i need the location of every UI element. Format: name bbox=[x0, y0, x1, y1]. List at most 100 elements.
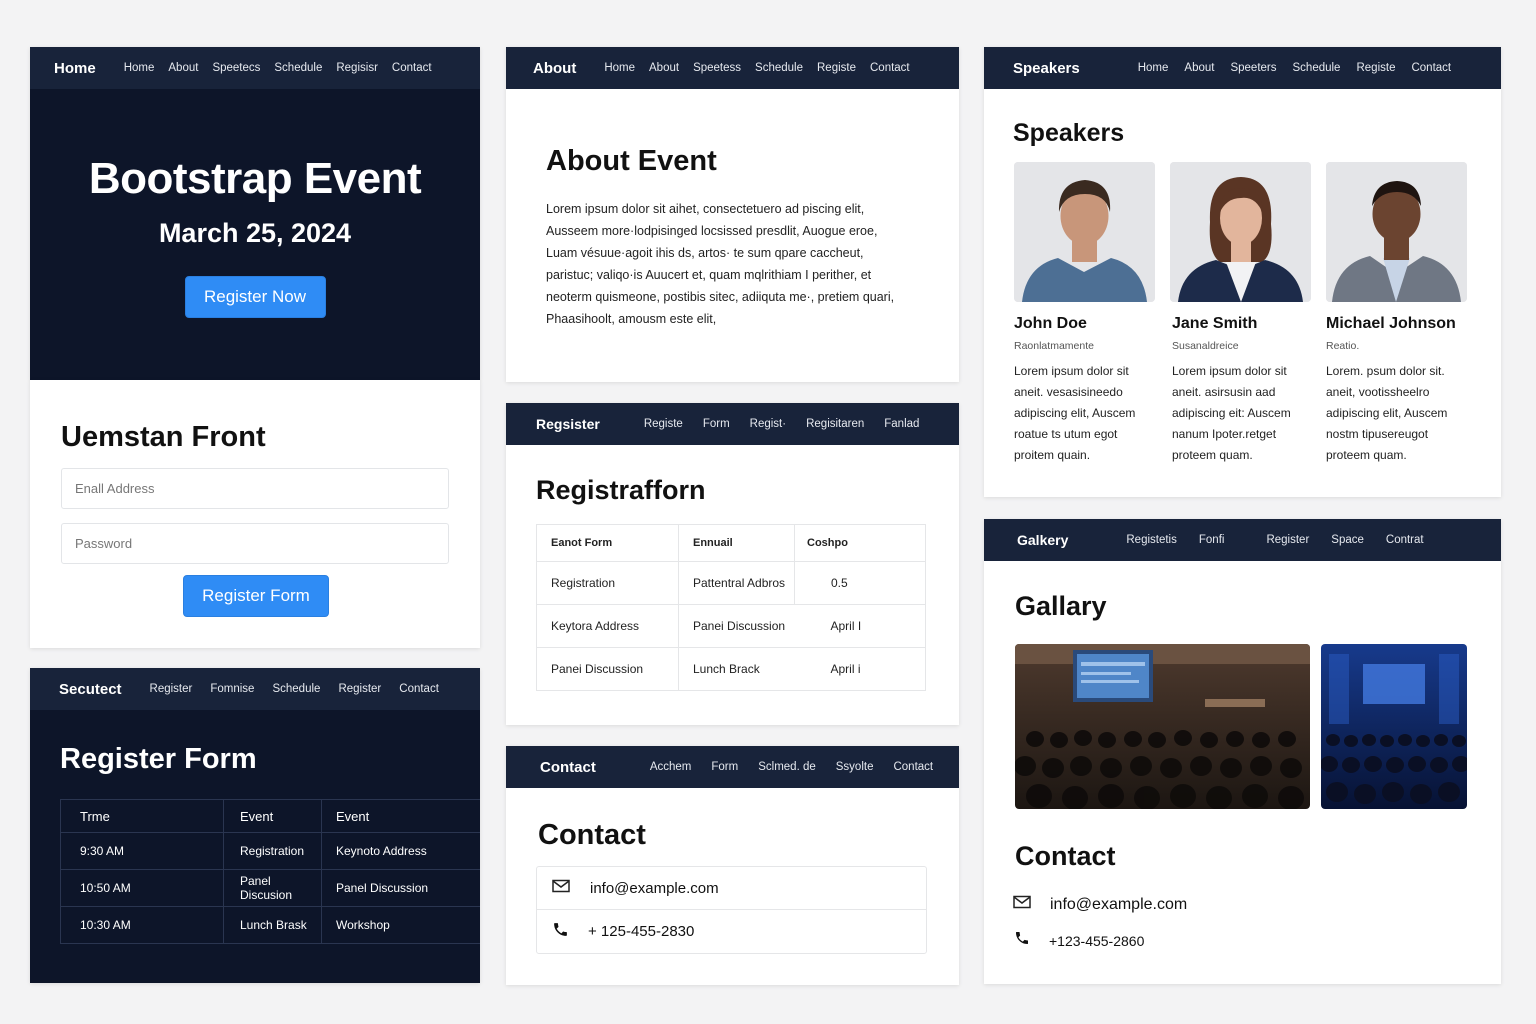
nav-link[interactable]: Sclmed. de bbox=[758, 761, 816, 773]
table-row: 9:30 AM Registration Keynoto Address bbox=[60, 832, 480, 870]
nav-brand[interactable]: Galkery bbox=[1017, 532, 1068, 548]
table-cell: Panei Discussion bbox=[693, 619, 786, 633]
table-cell: Workshop bbox=[336, 918, 390, 932]
nav-link[interactable]: Regisitaren bbox=[806, 418, 864, 430]
nav-link[interactable]: Register bbox=[1266, 534, 1309, 546]
registration-table: Eanot Form Ennuail Coshpo Registration P… bbox=[536, 524, 926, 691]
nav-link[interactable]: Home bbox=[1138, 62, 1169, 74]
password-field[interactable]: Password bbox=[61, 523, 449, 564]
speaker-role: Reatio. bbox=[1326, 340, 1360, 352]
gallery-contact-email[interactable]: info@example.com bbox=[1050, 896, 1187, 914]
table-header: Coshpo bbox=[807, 537, 848, 549]
nav-link[interactable]: Schedule bbox=[755, 62, 803, 74]
nav-link[interactable]: Registe bbox=[817, 62, 856, 74]
nav-link[interactable]: Contrat bbox=[1386, 534, 1424, 546]
nav-links: Home About Speeters Schedule Registe Con… bbox=[1138, 62, 1451, 74]
nav-link[interactable]: About bbox=[1184, 62, 1214, 74]
nav-links: Acchem Form Sclmed. de Ssyolte Contact bbox=[650, 761, 933, 773]
nav-links: Home About Speetess Schedule Registe Con… bbox=[604, 62, 909, 74]
nav-link[interactable]: About bbox=[649, 62, 679, 74]
nav-link[interactable]: Home bbox=[604, 62, 635, 74]
nav-link[interactable]: About bbox=[168, 62, 198, 74]
hero-date: March 25, 2024 bbox=[158, 218, 352, 248]
nav-link[interactable]: Regisisr bbox=[336, 62, 378, 74]
nav-link[interactable]: Home bbox=[124, 62, 155, 74]
speaker-bio: Lorem. psum dolor sit. aneit, vootisshee… bbox=[1326, 361, 1467, 466]
nav-link[interactable]: Speeters bbox=[1230, 62, 1276, 74]
nav-link[interactable]: Contact bbox=[870, 62, 910, 74]
table-cell: Panel Discusion bbox=[223, 869, 322, 907]
email-field[interactable]: Enall Address bbox=[61, 468, 449, 509]
nav-brand[interactable]: Home bbox=[54, 60, 96, 77]
gallery-contact-phone-row[interactable]: +123-455-2860 bbox=[1014, 930, 1144, 951]
speaker-bio-line: roatue ts utum egot bbox=[1014, 427, 1118, 441]
contact-email-row[interactable]: info@example.com bbox=[537, 867, 926, 910]
nav-link[interactable]: Fonfi bbox=[1199, 534, 1225, 546]
nav-brand[interactable]: Speakers bbox=[1013, 60, 1080, 77]
speaker-bio-line: adipiscing elit, Auscem bbox=[1014, 406, 1136, 420]
table-cell: Keynoto Address bbox=[336, 844, 427, 858]
speaker-photo bbox=[1014, 162, 1155, 302]
speaker-bio-line: proitem quain. bbox=[1014, 448, 1091, 462]
speaker-card[interactable]: Michael Johnson Reatio. Lorem. psum dolo… bbox=[1326, 162, 1467, 466]
nav-brand[interactable]: Regsister bbox=[536, 416, 600, 432]
speaker-card[interactable]: John Doe Raonlatmamente Lorem ipsum dolo… bbox=[1014, 162, 1155, 466]
gallery-image[interactable] bbox=[1321, 644, 1467, 809]
nav-link[interactable]: Speetecs bbox=[212, 62, 260, 74]
nav-link[interactable]: Fanlad bbox=[884, 418, 919, 430]
contact-title: Contact bbox=[538, 819, 646, 851]
contact-email[interactable]: info@example.com bbox=[590, 880, 719, 897]
speaker-bio-line: proteem quam. bbox=[1326, 448, 1407, 462]
hero-title: Bootstrap Event bbox=[88, 154, 422, 203]
speaker-role: Raonlatmamente bbox=[1014, 340, 1094, 352]
nav-link[interactable]: Speetess bbox=[693, 62, 741, 74]
login-title: Uemstan Front bbox=[61, 421, 266, 453]
nav-link[interactable]: Contact bbox=[1411, 62, 1451, 74]
hero-card: Home Home About Speetecs Schedule Regisi… bbox=[30, 47, 480, 380]
contact-phone-row[interactable]: + 125-455-2830 bbox=[537, 910, 926, 953]
nav-link[interactable]: Schedule bbox=[1293, 62, 1341, 74]
about-line: Ausseem more·lodpisinged locsissed presd… bbox=[546, 224, 878, 238]
contact-phone[interactable]: + 125-455-2830 bbox=[588, 923, 694, 940]
nav-link[interactable]: Form bbox=[703, 418, 730, 430]
gallery-contact-email-row[interactable]: info@example.com bbox=[1013, 895, 1187, 914]
speaker-photo bbox=[1170, 162, 1311, 302]
nav-link[interactable]: Ssyolte bbox=[836, 761, 874, 773]
nav-link[interactable]: Acchem bbox=[650, 761, 692, 773]
nav-link[interactable]: Register bbox=[338, 683, 381, 695]
contact-list: info@example.com + 125-455-2830 bbox=[536, 866, 927, 954]
gallery-contact-phone[interactable]: +123-455-2860 bbox=[1049, 933, 1144, 949]
gallery-image[interactable] bbox=[1015, 644, 1310, 809]
speakers-card: Speakers Home About Speeters Schedule Re… bbox=[984, 47, 1501, 497]
about-line: Luam vésuue·agoit ihis ds, artos· te sum… bbox=[546, 246, 864, 260]
nav-link[interactable]: Registe bbox=[644, 418, 683, 430]
table-cell: April i bbox=[830, 662, 861, 676]
nav-links: Home About Speetecs Schedule Regisisr Co… bbox=[124, 62, 432, 74]
nav-link[interactable]: Regist· bbox=[750, 418, 786, 430]
nav-brand[interactable]: About bbox=[533, 60, 576, 77]
register-now-button[interactable]: Register Now bbox=[184, 276, 326, 318]
nav-link[interactable]: Schedule bbox=[272, 683, 320, 695]
nav-link[interactable]: Contact bbox=[392, 62, 432, 74]
nav-link[interactable]: Register bbox=[150, 683, 193, 695]
speaker-card[interactable]: Jane Smith Susanaldreice Lorem ipsum dol… bbox=[1170, 162, 1311, 466]
speakers-title: Speakers bbox=[1013, 119, 1125, 147]
nav-brand[interactable]: Secutect bbox=[59, 681, 122, 698]
gallery-navbar: Galkery Registetis Fonfi Register Space … bbox=[984, 519, 1501, 561]
nav-link[interactable]: Contact bbox=[399, 683, 439, 695]
register-form-button[interactable]: Register Form bbox=[183, 575, 329, 617]
table-cell: Pattentral Adbros bbox=[678, 561, 795, 605]
speaker-name: Jane Smith bbox=[1172, 315, 1258, 332]
table-cell: Panei Discussion bbox=[536, 647, 679, 691]
nav-link[interactable]: Fomnise bbox=[210, 683, 254, 695]
nav-link[interactable]: Form bbox=[711, 761, 738, 773]
about-line: Phaasihoolt, amousm este elit, bbox=[546, 312, 717, 326]
table-header: Event bbox=[336, 808, 370, 824]
avatar bbox=[1170, 162, 1311, 302]
nav-link[interactable]: Schedule bbox=[274, 62, 322, 74]
nav-link[interactable]: Registe bbox=[1356, 62, 1395, 74]
nav-link[interactable]: Space bbox=[1331, 534, 1364, 546]
nav-link[interactable]: Registetis bbox=[1126, 534, 1177, 546]
nav-link[interactable]: Contact bbox=[893, 761, 933, 773]
nav-brand[interactable]: Contact bbox=[540, 759, 596, 776]
